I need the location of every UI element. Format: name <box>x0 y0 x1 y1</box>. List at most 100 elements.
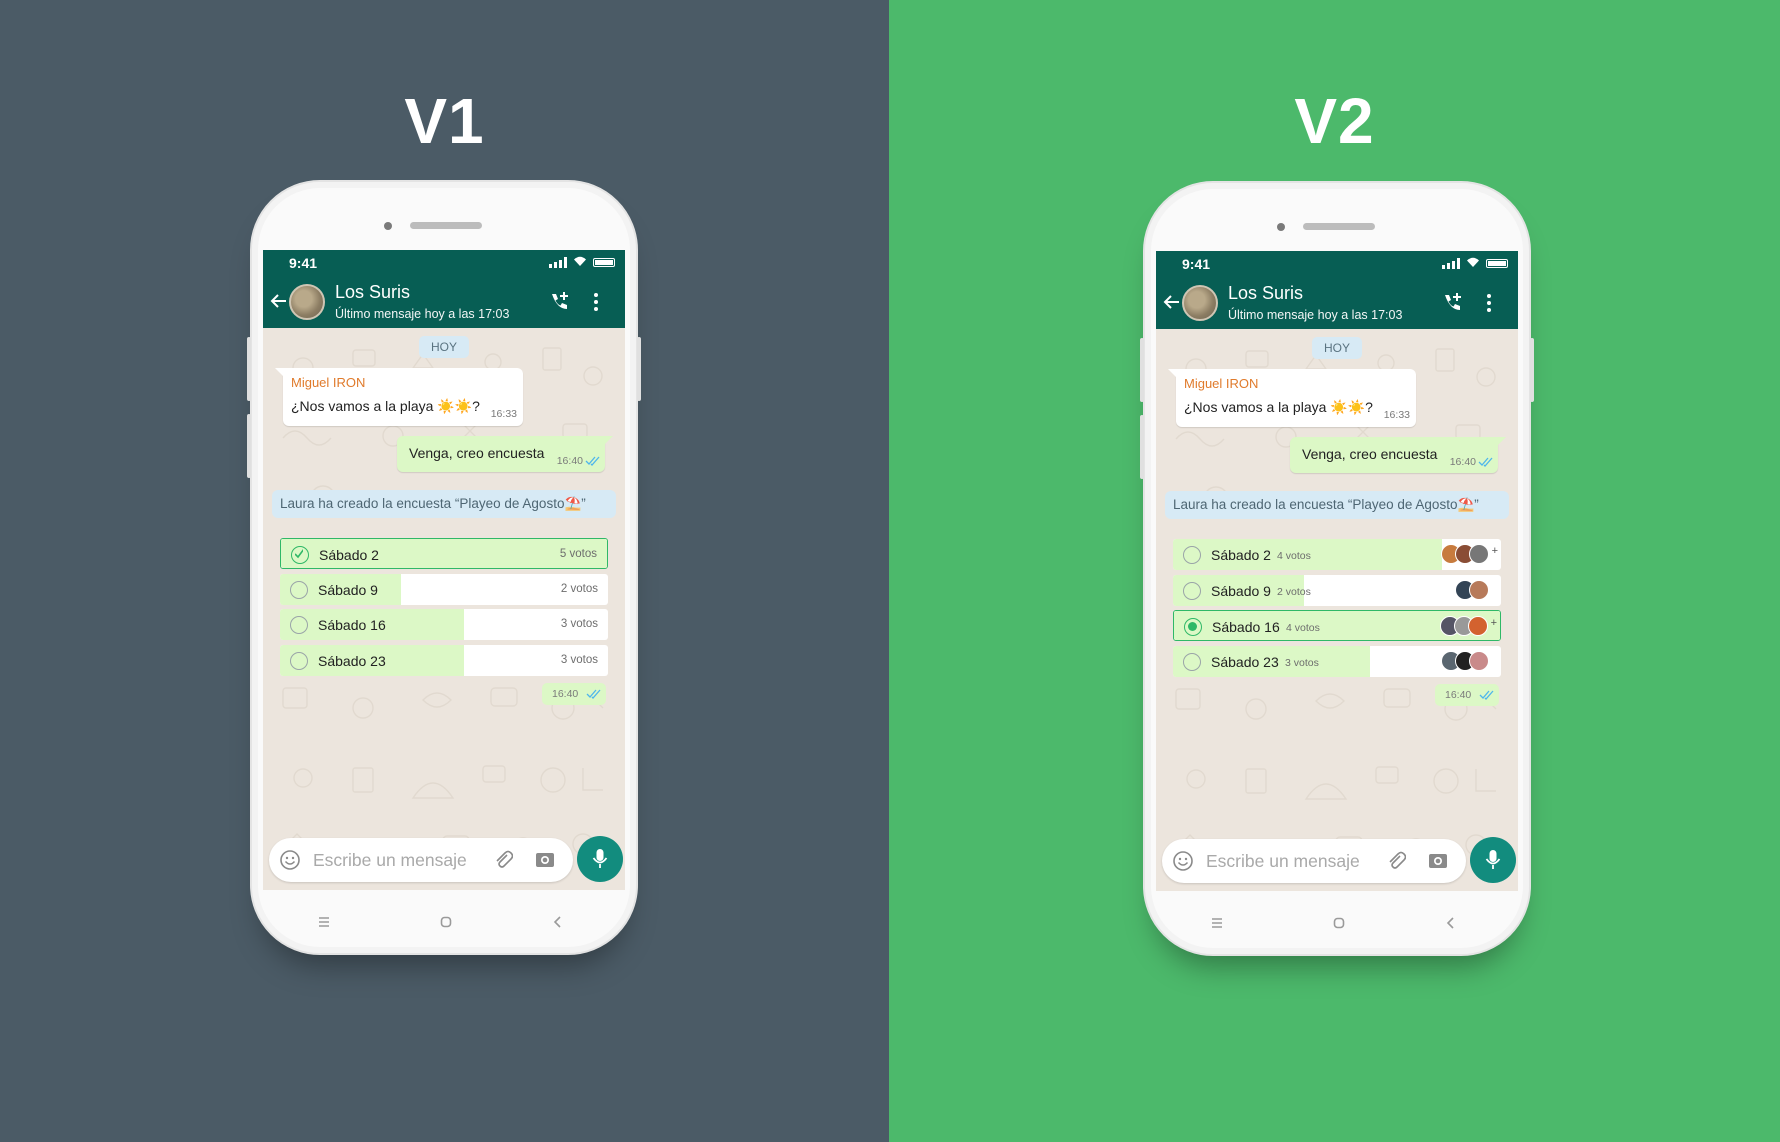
poll-created-notice: Laura ha creado la encuesta “Playeo de A… <box>272 490 616 518</box>
mic-icon <box>592 849 608 868</box>
poll-vote-count: 4 votos <box>1286 622 1320 634</box>
volume-down-button <box>1140 415 1144 479</box>
mic-icon <box>1485 850 1501 869</box>
chat-title[interactable]: Los Suris <box>335 282 410 303</box>
poll-radio[interactable] <box>1183 546 1201 564</box>
chat-screen: 9:41 Los Suris Último mensaje hoy a las … <box>1156 251 1518 891</box>
battery-icon <box>593 258 615 267</box>
poll-vote-count: 3 votos <box>560 618 598 630</box>
message-time: 16:40 <box>1449 456 1476 468</box>
poll-radio[interactable] <box>1183 582 1201 600</box>
poll-vote-count: 5 votos <box>559 548 597 560</box>
chat-subtitle: Último mensaje hoy a las 17:03 <box>1228 308 1403 322</box>
power-button <box>637 337 641 401</box>
voter-avatars[interactable] <box>1440 616 1488 636</box>
poll-option[interactable]: Sábado 16 3 votos <box>280 609 608 640</box>
date-chip: HOY <box>419 336 469 358</box>
emoji-icon[interactable] <box>279 849 301 871</box>
poll-radio[interactable] <box>1183 653 1201 671</box>
back-arrow-icon[interactable] <box>1162 292 1182 312</box>
status-time: 9:41 <box>289 255 318 271</box>
volume-up-button <box>1140 338 1144 402</box>
add-call-icon[interactable] <box>1440 291 1464 315</box>
poll-vote-count: 3 votos <box>1285 657 1319 669</box>
message-composer: Escribe un mensaje <box>1162 839 1466 883</box>
read-ticks-icon <box>585 456 600 466</box>
recents-icon[interactable] <box>316 914 332 930</box>
message-time: 16:33 <box>490 408 517 420</box>
message-input[interactable]: Escribe un mensaje <box>1206 851 1360 872</box>
poll-option[interactable]: Sábado 2 4 votos + <box>1173 539 1501 570</box>
poll-checkbox[interactable] <box>290 581 308 599</box>
more-voters-indicator: + <box>1491 545 1498 557</box>
home-icon[interactable] <box>1331 915 1347 931</box>
poll-option[interactable]: Sábado 16 4 votos + <box>1173 610 1501 641</box>
message-time: 16:33 <box>1383 409 1410 421</box>
earpiece-speaker <box>1303 223 1375 230</box>
chat-header: Los Suris Último mensaje hoy a las 17:03 <box>1156 275 1518 329</box>
back-nav-icon[interactable] <box>550 914 566 930</box>
signal-icon <box>549 257 567 268</box>
message-text: Venga, creo encuesta <box>1302 446 1438 462</box>
home-icon[interactable] <box>438 914 454 930</box>
poll-option[interactable]: Sábado 23 3 votos <box>1173 646 1501 677</box>
poll-option[interactable]: Sábado 9 2 votos <box>1173 575 1501 606</box>
camera-icon[interactable] <box>1428 851 1448 869</box>
check-icon <box>295 549 303 559</box>
voice-message-button[interactable] <box>1470 837 1516 883</box>
sender-name: Miguel IRON <box>291 375 366 390</box>
more-options-icon[interactable] <box>593 292 599 312</box>
attach-icon[interactable] <box>1386 850 1406 872</box>
poll-checkbox[interactable] <box>291 546 309 564</box>
more-options-icon[interactable] <box>1486 293 1492 313</box>
back-nav-icon[interactable] <box>1443 915 1459 931</box>
voter-avatars[interactable] <box>1441 651 1489 671</box>
add-call-icon[interactable] <box>547 290 571 314</box>
poll-time: 16:40 <box>1445 689 1472 701</box>
voice-message-button[interactable] <box>577 836 623 882</box>
poll-vote-count: 3 votos <box>560 654 598 666</box>
back-arrow-icon[interactable] <box>269 291 289 311</box>
message-input[interactable]: Escribe un mensaje <box>313 850 467 871</box>
status-bar: 9:41 <box>1156 251 1518 275</box>
poll-checkbox[interactable] <box>290 616 308 634</box>
outgoing-message[interactable]: Venga, creo encuesta 16:40 <box>1290 437 1506 473</box>
poll-option[interactable]: Sábado 23 3 votos <box>280 645 608 676</box>
incoming-message[interactable]: Miguel IRON ¿Nos vamos a la playa ☀️☀️? … <box>275 368 523 426</box>
poll-option[interactable]: Sábado 9 2 votos <box>280 574 608 605</box>
chat-title[interactable]: Los Suris <box>1228 283 1303 304</box>
read-ticks-icon <box>586 689 601 699</box>
poll-vote-count: 2 votos <box>560 583 598 595</box>
poll-option[interactable]: Sábado 2 5 votos <box>280 538 608 569</box>
voter-avatars[interactable] <box>1455 580 1489 600</box>
message-time: 16:40 <box>556 455 583 467</box>
panel-v2: V2 9:41 Los Suris Último mensaje hoy a l… <box>889 0 1780 1142</box>
message-composer: Escribe un mensaje <box>269 838 573 882</box>
status-time: 9:41 <box>1182 256 1211 272</box>
volume-down-button <box>247 414 251 478</box>
recents-icon[interactable] <box>1209 915 1225 931</box>
emoji-icon[interactable] <box>1172 850 1194 872</box>
poll-footer: 16:40 <box>542 683 606 705</box>
group-avatar[interactable] <box>289 284 325 320</box>
panel-v1: V1 9:41 Los Suris Último mensaje hoy a l… <box>0 0 889 1142</box>
read-ticks-icon <box>1479 690 1494 700</box>
message-text: ¿Nos vamos a la playa ☀️☀️? <box>1184 399 1373 415</box>
selected-dot <box>1188 622 1197 631</box>
poll-checkbox[interactable] <box>290 652 308 670</box>
camera-icon[interactable] <box>535 850 555 868</box>
poll-footer: 16:40 <box>1435 684 1499 706</box>
attach-icon[interactable] <box>493 849 513 871</box>
incoming-message[interactable]: Miguel IRON ¿Nos vamos a la playa ☀️☀️? … <box>1168 369 1416 427</box>
front-camera <box>384 222 392 230</box>
poll-option-label: Sábado 16 <box>1212 619 1280 635</box>
chat-screen: 9:41 Los Suris Último mensaje hoy a las … <box>263 250 625 890</box>
chat-header: Los Suris Último mensaje hoy a las 17:03 <box>263 274 625 328</box>
poll-radio[interactable] <box>1184 618 1202 636</box>
voter-avatars[interactable] <box>1441 544 1489 564</box>
group-avatar[interactable] <box>1182 285 1218 321</box>
phone-mockup: 9:41 Los Suris Último mensaje hoy a las … <box>247 180 641 955</box>
outgoing-message[interactable]: Venga, creo encuesta 16:40 <box>397 436 613 472</box>
wifi-icon <box>574 256 586 266</box>
version-title: V1 <box>404 85 485 157</box>
